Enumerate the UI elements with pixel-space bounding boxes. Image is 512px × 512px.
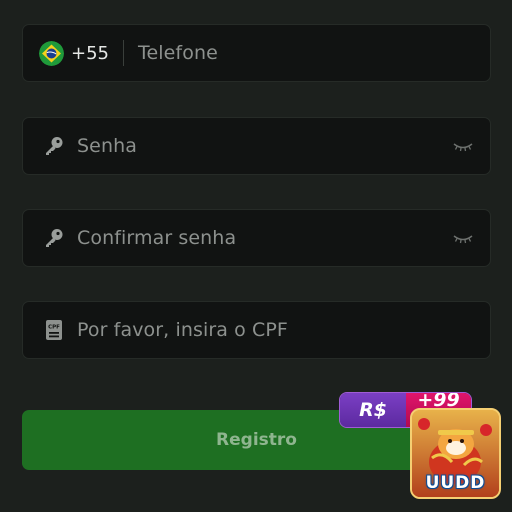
cpf-card-icon: CPF bbox=[43, 319, 65, 341]
promo-currency: R$ bbox=[340, 393, 406, 427]
app-logo[interactable]: UUDD bbox=[410, 408, 501, 499]
phone-field[interactable]: +55 Telefone bbox=[22, 24, 491, 82]
confirm-password-input[interactable]: Confirmar senha bbox=[77, 227, 236, 249]
key-icon bbox=[43, 135, 65, 157]
password-field[interactable]: Senha bbox=[22, 117, 491, 175]
country-code: +55 bbox=[71, 42, 109, 64]
svg-text:CPF: CPF bbox=[48, 325, 60, 331]
eye-closed-icon[interactable] bbox=[453, 139, 473, 153]
key-icon bbox=[43, 227, 65, 249]
cpf-input[interactable]: Por favor, insira o CPF bbox=[77, 319, 288, 341]
registration-form: +55 Telefone Senha Confirmar senha CPF P… bbox=[0, 0, 512, 512]
cpf-field[interactable]: CPF Por favor, insira o CPF bbox=[22, 301, 491, 359]
divider bbox=[123, 40, 124, 66]
phone-input[interactable]: Telefone bbox=[138, 42, 218, 64]
app-logo-text: UUDD bbox=[425, 473, 486, 493]
eye-closed-icon[interactable] bbox=[453, 231, 473, 245]
password-input[interactable]: Senha bbox=[77, 135, 137, 157]
brazil-flag-icon bbox=[39, 40, 64, 66]
country-code-selector[interactable]: +55 bbox=[39, 40, 109, 66]
confirm-password-field[interactable]: Confirmar senha bbox=[22, 209, 491, 267]
